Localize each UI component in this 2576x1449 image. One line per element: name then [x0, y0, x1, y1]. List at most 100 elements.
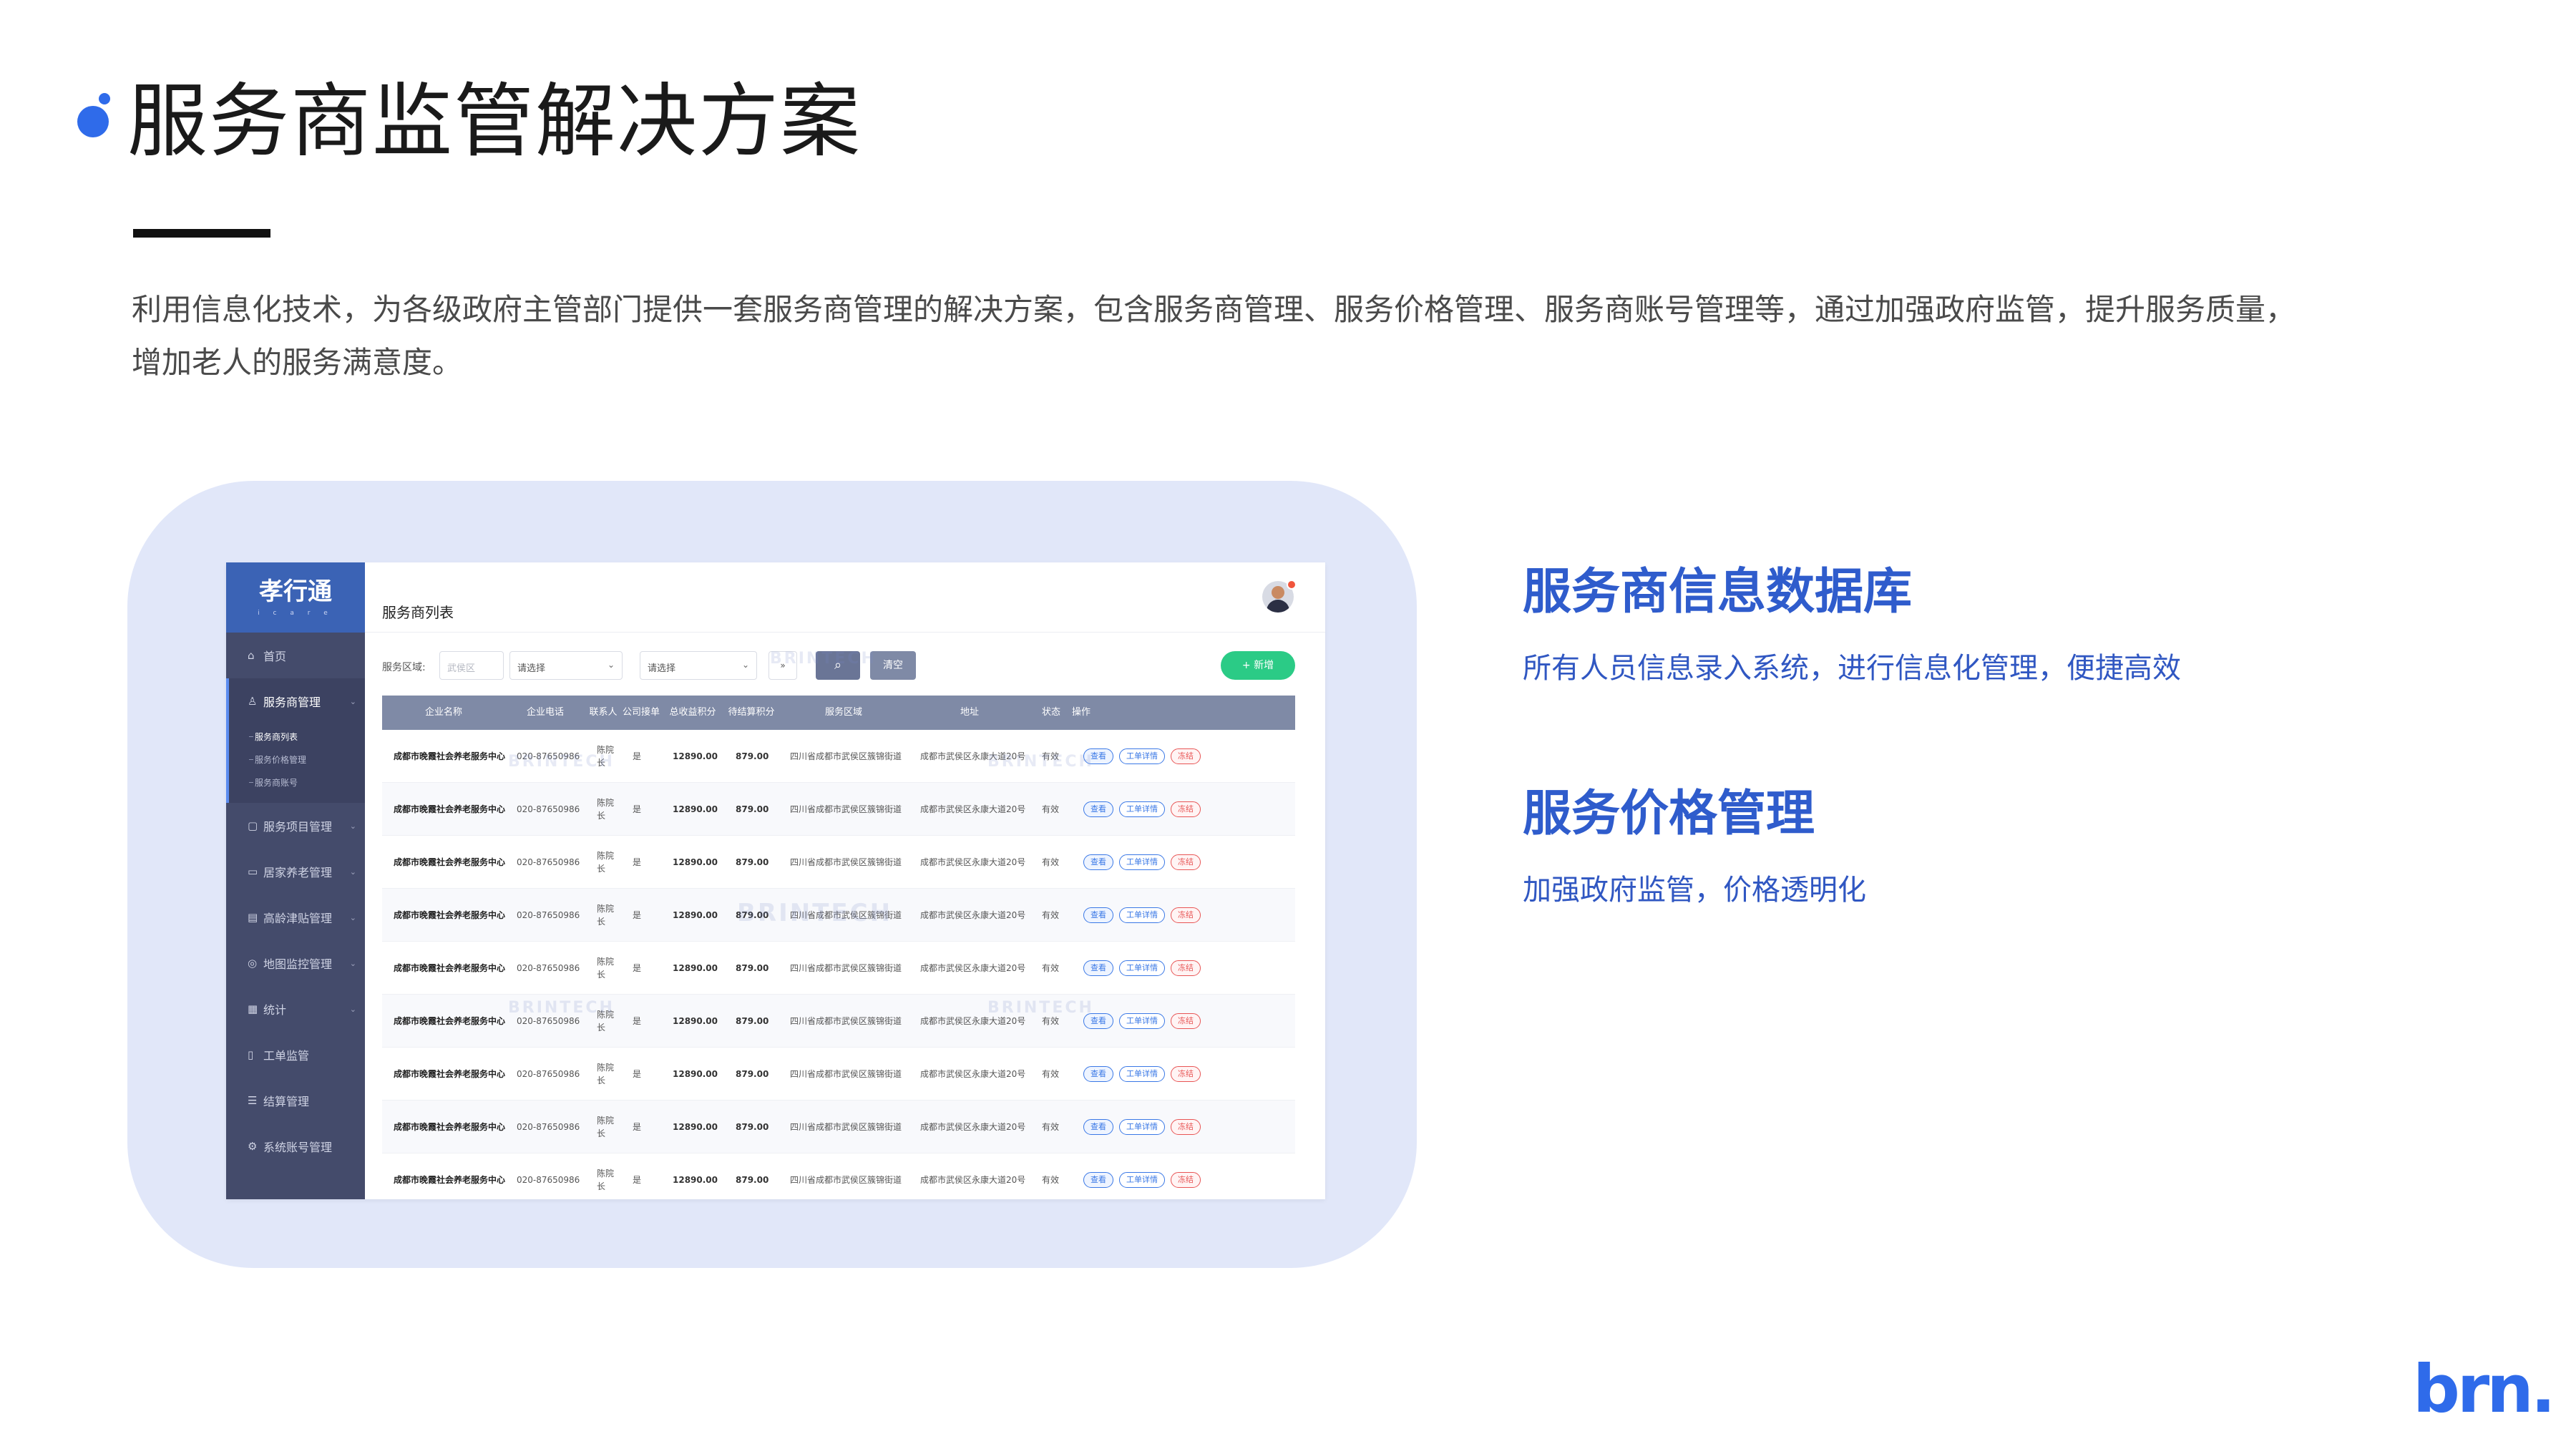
phone-cell: 020-87650986	[517, 1121, 580, 1132]
street-select-value: 请选择	[517, 663, 546, 674]
accept-cell: 是	[633, 857, 642, 867]
address-cell: 成都市武侯区永康大道20号	[920, 1174, 1026, 1185]
total-points-cell: 12890.00	[673, 857, 718, 867]
chevron-down-icon: ⌄	[349, 696, 356, 706]
total-points-cell: 12890.00	[673, 962, 718, 973]
sidebar-subitem[interactable]: 服务商账号	[229, 771, 365, 794]
accept-cell: 是	[633, 751, 642, 761]
region-cell: 四川省成都市武侯区簇锦街道	[790, 1068, 902, 1079]
district-select[interactable]: 武侯区	[439, 651, 504, 680]
sidebar-subitem[interactable]: 服务价格管理	[229, 748, 365, 771]
order-detail-button[interactable]: 工单详情	[1119, 748, 1165, 764]
sidebar-item[interactable]: ⚙ 系统账号管理	[226, 1123, 365, 1169]
status-cell: 有效	[1042, 1121, 1060, 1132]
table-row[interactable]: 成都市晚霞社会养老服务中心 020-87650986 陈院长 是 12890.00 879…	[382, 730, 1295, 783]
sidebar-item[interactable]: ⌂ 首页	[226, 633, 365, 678]
view-button[interactable]: 查看	[1083, 748, 1113, 764]
page-title: 服务商列表	[382, 604, 454, 621]
actions-cell: 查看 工单详情 冻结	[1072, 1118, 1295, 1135]
column-header: 状态	[1041, 707, 1060, 718]
freeze-button[interactable]: 冻结	[1171, 1065, 1201, 1082]
view-button[interactable]: 查看	[1083, 1118, 1113, 1135]
address-cell: 成都市武侯区永康大道20号	[920, 1068, 1026, 1079]
freeze-button[interactable]: 冻结	[1171, 1118, 1201, 1135]
freeze-button[interactable]: 冻结	[1171, 1013, 1201, 1029]
order-detail-button[interactable]: 工单详情	[1119, 1065, 1165, 1082]
view-button[interactable]: 查看	[1083, 1171, 1113, 1188]
table-row[interactable]: 成都市晚霞社会养老服务中心 020-87650986 陈院长 是 12890.00 879…	[382, 889, 1295, 942]
sidebar-submenu: 服务商列表 服务价格管理 服务商账号	[226, 724, 365, 803]
sidebar-item[interactable]: ♙ 服务商管理 ⌄	[226, 678, 365, 724]
sidebar-item[interactable]: ▢ 服务项目管理 ⌄	[226, 803, 365, 849]
order-detail-button[interactable]: 工单详情	[1119, 801, 1165, 817]
freeze-button[interactable]: 冻结	[1171, 854, 1201, 870]
sidebar-item[interactable]: ◎ 地图监控管理 ⌄	[226, 940, 365, 986]
address-cell: 成都市武侯区永康大道20号	[920, 857, 1026, 867]
view-button[interactable]: 查看	[1083, 1013, 1113, 1029]
sidebar-item[interactable]: ▤ 高龄津贴管理 ⌄	[226, 894, 365, 940]
view-button[interactable]: 查看	[1083, 854, 1113, 870]
order-detail-button[interactable]: 工单详情	[1119, 1171, 1165, 1188]
region-label: 服务区域:	[382, 662, 426, 673]
column-header: 操作	[1072, 707, 1091, 718]
community-select[interactable]: 请选择 ⌄	[640, 651, 757, 680]
add-button[interactable]: + 新增	[1221, 651, 1295, 680]
freeze-button[interactable]: 冻结	[1171, 748, 1201, 764]
feature-title-pricing: 服务价格管理	[1523, 786, 1815, 842]
sidebar-item-label: 结算管理	[263, 1095, 310, 1108]
sidebar-item[interactable]: ▦ 统计 ⌄	[226, 986, 365, 1032]
provider-table: 企业名称 企业电话 联系人 公司接单 总收益积分 待结算积分 服务区域 地址 状态 操作 成都市晚…	[382, 696, 1295, 1199]
sidebar-subitem[interactable]: 服务商列表	[229, 726, 365, 748]
freeze-button[interactable]: 冻结	[1171, 801, 1201, 817]
view-button[interactable]: 查看	[1083, 801, 1113, 817]
app-logo[interactable]: 孝行通 i c a r e	[226, 562, 365, 633]
status-cell: 有效	[1042, 751, 1060, 761]
table-row[interactable]: 成都市晚霞社会养老服务中心 020-87650986 陈院长 是 12890.00 879…	[382, 1153, 1295, 1199]
company-name-cell: 成都市晚霞社会养老服务中心	[394, 751, 506, 761]
feature-title-database: 服务商信息数据库	[1523, 564, 1913, 620]
contact-cell: 陈院长	[597, 850, 615, 874]
pending-points-cell: 879.00	[736, 909, 769, 920]
freeze-button[interactable]: 冻结	[1171, 960, 1201, 976]
table-row[interactable]: 成都市晚霞社会养老服务中心 020-87650986 陈院长 是 12890.00 879…	[382, 995, 1295, 1048]
column-header: 服务区域	[824, 707, 862, 718]
view-button[interactable]: 查看	[1083, 907, 1113, 923]
sidebar-item-label: 服务商管理	[263, 696, 321, 709]
pending-points-cell: 879.00	[736, 1068, 769, 1079]
status-cell: 有效	[1042, 857, 1060, 867]
phone-cell: 020-87650986	[517, 804, 580, 814]
view-button[interactable]: 查看	[1083, 1065, 1113, 1082]
feature-desc-pricing: 加强政府监管，价格透明化	[1523, 874, 1866, 907]
expand-filter-button[interactable]: »	[769, 651, 797, 680]
chevron-down-icon: ⌄	[607, 660, 615, 670]
sidebar-item[interactable]: ▭ 居家养老管理 ⌄	[226, 849, 365, 894]
freeze-button[interactable]: 冻结	[1171, 907, 1201, 923]
freeze-button[interactable]: 冻结	[1171, 1171, 1201, 1188]
table-row[interactable]: 成都市晚霞社会养老服务中心 020-87650986 陈院长 是 12890.00 879…	[382, 1048, 1295, 1101]
sidebar-item-label: 居家养老管理	[263, 866, 333, 879]
actions-cell: 查看 工单详情 冻结	[1072, 801, 1295, 817]
company-name-cell: 成都市晚霞社会养老服务中心	[394, 1015, 506, 1026]
address-cell: 成都市武侯区永康大道20号	[920, 909, 1026, 920]
table-row[interactable]: 成都市晚霞社会养老服务中心 020-87650986 陈院长 是 12890.00 879…	[382, 942, 1295, 995]
view-button[interactable]: 查看	[1083, 960, 1113, 976]
sidebar-item[interactable]: ▯ 工单监管	[226, 1032, 365, 1078]
search-button[interactable]: ⌕	[816, 651, 860, 680]
sidebar-item[interactable]: ☰ 结算管理	[226, 1078, 365, 1123]
order-detail-button[interactable]: 工单详情	[1119, 1013, 1165, 1029]
region-cell: 四川省成都市武侯区簇锦街道	[790, 804, 902, 814]
table-row[interactable]: 成都市晚霞社会养老服务中心 020-87650986 陈院长 是 12890.00 879…	[382, 836, 1295, 889]
table-row[interactable]: 成都市晚霞社会养老服务中心 020-87650986 陈院长 是 12890.00 879…	[382, 1101, 1295, 1153]
region-cell: 四川省成都市武侯区簇锦街道	[790, 1174, 902, 1185]
pending-points-cell: 879.00	[736, 962, 769, 973]
order-detail-button[interactable]: 工单详情	[1119, 907, 1165, 923]
order-detail-button[interactable]: 工单详情	[1119, 854, 1165, 870]
street-select[interactable]: 请选择 ⌄	[509, 651, 623, 680]
order-detail-button[interactable]: 工单详情	[1119, 960, 1165, 976]
order-detail-button[interactable]: 工单详情	[1119, 1118, 1165, 1135]
sidebar-item-label: 高龄津贴管理	[263, 912, 333, 925]
phone-cell: 020-87650986	[517, 962, 580, 973]
table-row[interactable]: 成都市晚霞社会养老服务中心 020-87650986 陈院长 是 12890.00 879…	[382, 783, 1295, 836]
clear-button[interactable]: 清空	[870, 651, 916, 680]
title-underline	[133, 229, 270, 238]
